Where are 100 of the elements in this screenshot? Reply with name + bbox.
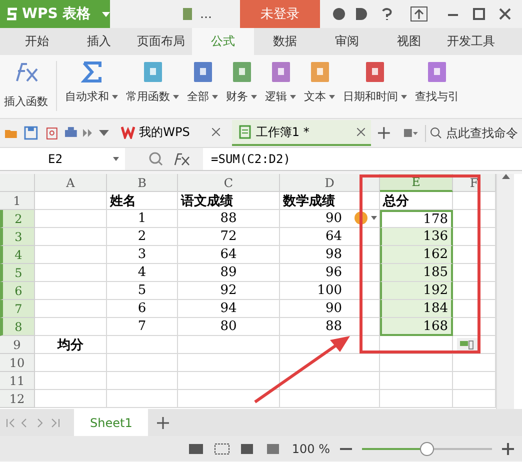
scroll-up-icon (502, 174, 510, 179)
table-cell: 100 (280, 282, 380, 300)
row-header[interactable]: 2 (0, 210, 35, 228)
formula-field[interactable]: =SUM(C2:D2) (203, 148, 522, 170)
row-header[interactable]: 1 (0, 192, 35, 210)
page-view-icon[interactable] (214, 442, 230, 454)
ribbon-tool[interactable]: 文本 (304, 61, 335, 104)
name-box[interactable]: E2 (0, 148, 125, 170)
caret-icon[interactable] (401, 94, 407, 98)
close-icon[interactable] (212, 128, 220, 136)
caret-icon[interactable] (112, 94, 118, 98)
help-icon[interactable] (380, 7, 394, 21)
s-logo-icon (6, 7, 18, 21)
export-icon[interactable] (44, 126, 58, 140)
close-icon[interactable] (498, 7, 512, 21)
table-cell: 64 (280, 228, 380, 246)
ribbon-tab[interactable]: 页面布局 (130, 28, 192, 55)
table-cell: 178 (380, 210, 453, 228)
ribbon-tab[interactable]: 公式 (192, 28, 254, 55)
ribbon-tab[interactable]: 数据 (254, 28, 316, 55)
plus-icon[interactable] (377, 126, 392, 140)
table-cell: 89 (178, 264, 280, 282)
plus-icon[interactable] (502, 442, 514, 454)
maximize-icon[interactable] (472, 7, 486, 21)
table-cell: 1 (107, 210, 178, 228)
table-cell: 136 (380, 228, 453, 246)
document-tab[interactable]: 我的WPS (115, 120, 226, 146)
ribbon-tool[interactable]: 日期和时间 (343, 61, 407, 104)
table-cell: 姓名 (107, 192, 178, 210)
ribbon-tool[interactable]: 财务 (226, 61, 257, 104)
error-check-icon[interactable] (354, 211, 377, 225)
row-header[interactable]: 3 (0, 228, 35, 246)
sheet-tab[interactable]: Sheet1 (74, 409, 148, 436)
caret-icon[interactable] (173, 94, 179, 98)
row-header[interactable]: 4 (0, 246, 35, 264)
ribbon-tab[interactable]: 开始 (6, 28, 68, 55)
book-icon (192, 61, 214, 83)
table-cell: 98 (280, 246, 380, 264)
book-icon (142, 61, 164, 83)
column-header[interactable]: B (107, 174, 178, 192)
zoom-icon[interactable] (149, 152, 163, 166)
ribbon-tab[interactable]: 审阅 (316, 28, 378, 55)
caret-icon[interactable] (329, 94, 335, 98)
upload-icon[interactable] (410, 6, 428, 22)
ribbon-tab[interactable]: 视图 (378, 28, 440, 55)
table-cell: 数学成绩 (280, 192, 380, 210)
caret-icon (102, 12, 110, 16)
column-header[interactable]: A (35, 174, 107, 192)
table-cell: 96 (280, 264, 380, 282)
table-cell: 168 (380, 318, 453, 336)
row-header[interactable]: 8 (0, 318, 35, 336)
caret-icon[interactable] (290, 94, 296, 98)
table-cell: 64 (178, 246, 280, 264)
more-label[interactable]: … (200, 7, 240, 21)
ribbon-tool[interactable]: 自动求和 (65, 61, 118, 104)
row-header[interactable]: 6 (0, 282, 35, 300)
table-cell: 162 (380, 246, 453, 264)
close-icon[interactable] (357, 128, 366, 136)
row-header[interactable]: 9 (0, 336, 35, 354)
caret-icon (113, 157, 119, 161)
row-header[interactable]: 12 (0, 390, 35, 408)
fx-icon[interactable] (173, 152, 191, 166)
ribbon-tab[interactable]: 插入 (68, 28, 130, 55)
row-header[interactable]: 7 (0, 300, 35, 318)
w-logo-icon (121, 125, 136, 139)
table-cell: 均分 (35, 336, 107, 354)
table-cell: 90 (280, 210, 380, 228)
minus-icon[interactable] (340, 446, 352, 450)
column-header[interactable]: C (178, 174, 280, 192)
command-search-field[interactable]: 点此查找命令 (425, 124, 518, 142)
table-cell: 80 (178, 318, 280, 336)
ribbon-tool[interactable]: 查找与引 (415, 61, 459, 104)
caret-icon[interactable] (212, 94, 218, 98)
table-cell: 5 (107, 282, 178, 300)
plus-icon[interactable] (156, 416, 170, 430)
dropdown-icon[interactable] (99, 130, 110, 136)
document-tab[interactable]: 工作簿1 * (232, 120, 372, 146)
ribbon-tool[interactable]: 常用函数 (126, 61, 179, 104)
ribbon-tab[interactable]: 开发工具 (440, 28, 502, 55)
column-header[interactable]: D (280, 174, 380, 192)
print-icon[interactable] (64, 126, 78, 140)
table-cell: 2 (107, 228, 178, 246)
table-cell: 185 (380, 264, 453, 282)
book-icon (270, 61, 292, 83)
row-header[interactable]: 11 (0, 372, 35, 390)
caret-icon[interactable] (251, 94, 257, 98)
row-header[interactable]: 5 (0, 264, 35, 282)
vertical-scrollbar[interactable] (496, 174, 514, 409)
row-header[interactable]: 10 (0, 354, 35, 372)
save-icon[interactable] (24, 126, 38, 140)
sigma-icon (80, 61, 102, 83)
zoom-thumb[interactable] (420, 442, 434, 456)
ribbon-tool[interactable]: 逻辑 (265, 61, 296, 104)
table-cell: 94 (178, 300, 280, 318)
ribbon-tool[interactable]: 全部 (187, 61, 218, 104)
more-icon[interactable] (83, 129, 94, 137)
sheet-icon (238, 125, 252, 139)
normal-view-icon[interactable] (188, 442, 204, 454)
ribbon-tool[interactable]: 插入函数 (4, 61, 48, 109)
table-cell: 92 (178, 282, 280, 300)
